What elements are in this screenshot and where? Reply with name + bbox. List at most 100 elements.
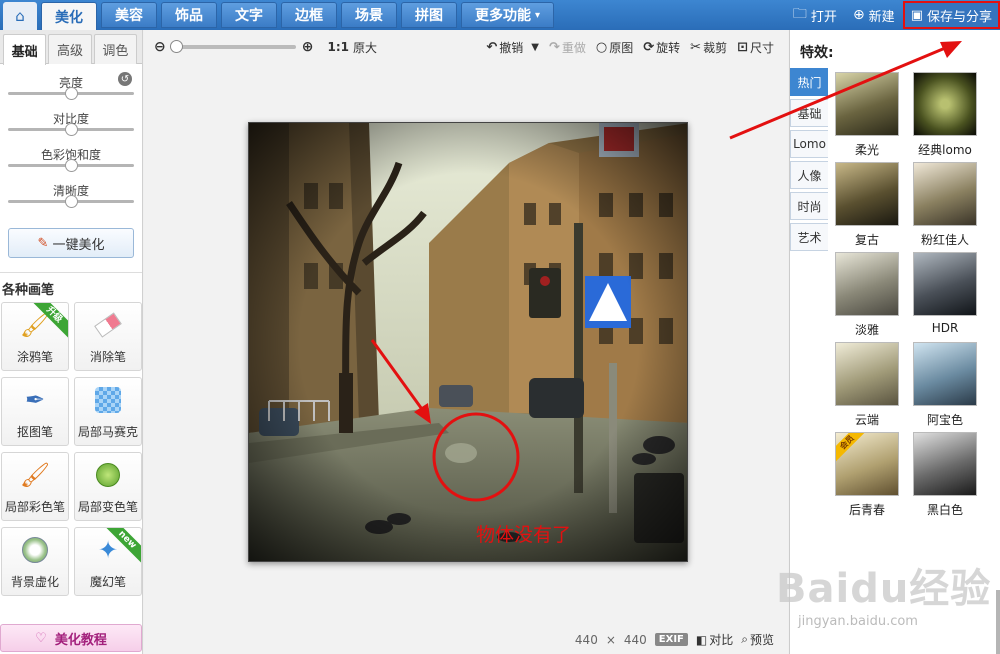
local-recolor-brush-button[interactable]: 局部变色笔: [74, 452, 142, 521]
chevron-down-icon[interactable]: ▼: [531, 42, 539, 53]
effect-black-white[interactable]: 黑白色: [912, 432, 978, 522]
preview-button[interactable]: ⌕ 预览: [741, 631, 774, 648]
paint-bucket-icon: [91, 458, 125, 492]
zoom-in-icon[interactable]: ⊕: [302, 39, 314, 55]
category-hot[interactable]: 热门: [790, 68, 828, 96]
effect-elegant[interactable]: 淡雅: [834, 252, 900, 342]
slider-knob[interactable]: [65, 195, 78, 208]
folder-icon: 🗀: [792, 6, 807, 22]
effect-thumbnail: [913, 162, 977, 226]
home-button[interactable]: ⌂: [3, 2, 37, 30]
magic-brush-button[interactable]: new ✦ 魔幻笔: [74, 527, 142, 596]
times-sign: ×: [605, 632, 616, 647]
zoom-control: ⊖ ⊕: [154, 39, 313, 55]
category-art[interactable]: 艺术: [790, 223, 828, 251]
save-share-button[interactable]: ▣ 保存与分享: [902, 1, 1000, 29]
brush-grid: 升级 🖌 涂鸦笔 消除笔 ✒ 抠图笔 局部马赛克 🖌 局部彩色笔 局部变色笔 背…: [0, 298, 142, 596]
caret-down-icon: ▾: [535, 9, 541, 21]
color-brush-icon: 🖌: [19, 461, 51, 489]
local-color-brush-button[interactable]: 🖌 局部彩色笔: [1, 452, 69, 521]
plus-circle-icon: ⊕: [852, 7, 865, 23]
image-height: 440: [623, 632, 647, 647]
original-image-button[interactable]: ○ 原图: [596, 39, 633, 56]
brightness-slider: 亮度: [6, 70, 136, 106]
status-bar: 440 × 440 EXIF ◧ 对比 ⌕ 预览: [575, 631, 774, 648]
local-mosaic-button[interactable]: 局部马赛克: [74, 377, 142, 446]
slider-knob[interactable]: [65, 123, 78, 136]
effect-pink-lady[interactable]: 粉红佳人: [912, 162, 978, 252]
compare-icon: ◧: [695, 632, 708, 647]
tab-meihua[interactable]: 美化: [41, 2, 97, 30]
original-size-button[interactable]: 原大: [353, 39, 377, 56]
tab-wenzi[interactable]: 文字: [221, 2, 277, 28]
effects-title: 特效:: [800, 45, 834, 61]
annotation-text: 物体没有了: [476, 524, 572, 546]
open-button[interactable]: 🗀 打开: [785, 3, 845, 27]
undo-button[interactable]: ↶ 撤销 ▼: [486, 39, 539, 56]
adjust-sliders: ↺ 亮度 对比度 色彩饱和度 清晰度: [0, 64, 142, 214]
new-button[interactable]: ⊕ 新建: [845, 6, 903, 25]
zoom-knob[interactable]: [169, 40, 183, 53]
effect-thumbnail: 会员: [835, 432, 899, 496]
zoom-out-icon[interactable]: ⊖: [154, 39, 166, 55]
effect-cloud[interactable]: 云端: [834, 342, 900, 432]
effects-scrollbar[interactable]: [996, 590, 1000, 654]
mosaic-icon: [91, 383, 125, 417]
rotate-icon: ⟳: [643, 39, 655, 55]
zoom-slider[interactable]: [169, 40, 296, 53]
ratio-1-1-button[interactable]: 1:1: [327, 40, 349, 54]
effect-thumbnail: [913, 72, 977, 136]
blur-icon: [18, 533, 52, 567]
subtab-color[interactable]: 调色: [93, 34, 137, 64]
effects-grid: 柔光 经典lomo 复古 粉红佳人 淡雅 HDR 云端 阿宝色 会员 后青春 黑…: [834, 72, 978, 522]
effect-classic-lomo[interactable]: 经典lomo: [912, 72, 978, 162]
exif-button[interactable]: EXIF: [654, 633, 688, 646]
street-photo-image: [249, 123, 687, 561]
tab-pintu[interactable]: 拼图: [401, 2, 457, 28]
category-basic[interactable]: 基础: [790, 99, 828, 127]
slider-knob[interactable]: [65, 159, 78, 172]
effect-retro[interactable]: 复古: [834, 162, 900, 252]
effect-soft-light[interactable]: 柔光: [834, 72, 900, 162]
tab-more-features[interactable]: 更多功能 ▾: [461, 2, 555, 28]
effect-thumbnail: [913, 432, 977, 496]
graffiti-brush-button[interactable]: 升级 🖌 涂鸦笔: [1, 302, 69, 371]
subtab-advanced[interactable]: 高级: [48, 34, 92, 64]
beautify-tutorial-button[interactable]: ♡ 美化教程: [0, 624, 142, 652]
resize-icon: ⊡: [737, 39, 748, 55]
crop-button[interactable]: ✂ 裁剪: [690, 39, 727, 56]
rotate-button[interactable]: ⟳ 旋转: [643, 39, 680, 56]
category-fashion[interactable]: 时尚: [790, 192, 828, 220]
tab-meirong[interactable]: 美容: [101, 2, 157, 28]
left-panel: 基础 高级 调色 ↺ 亮度 对比度 色彩饱和度 清晰度 ✎ 一键美化 各种画笔: [0, 30, 143, 654]
resize-button[interactable]: ⊡ 尺寸: [737, 39, 774, 56]
effect-after-youth[interactable]: 会员 后青春: [834, 432, 900, 522]
top-right-actions: 🗀 打开 ⊕ 新建 ▣ 保存与分享: [785, 0, 1000, 30]
effect-hdr[interactable]: HDR: [912, 252, 978, 342]
redo-button[interactable]: ↷ 重做: [549, 39, 586, 56]
floppy-disk-icon: ▣: [910, 7, 923, 23]
effect-thumbnail: [835, 162, 899, 226]
tab-changjing[interactable]: 场景: [341, 2, 397, 28]
eraser-brush-button[interactable]: 消除笔: [74, 302, 142, 371]
category-lomo[interactable]: Lomo: [790, 130, 828, 158]
background-blur-button[interactable]: 背景虚化: [1, 527, 69, 596]
image-width: 440: [574, 632, 598, 647]
adjust-subtabs: 基础 高级 调色: [0, 30, 142, 65]
compare-button[interactable]: ◧ 对比: [696, 631, 733, 648]
tab-shipin[interactable]: 饰品: [161, 2, 217, 28]
canvas-area: ⊖ ⊕ 1:1 原大 ↶ 撤销 ▼ ↷ 重做 ○ 原图 ⟳ 旋转 ✂ 裁剪 ⊡ …: [144, 30, 788, 654]
eraser-icon: [91, 308, 125, 342]
tab-biankuang[interactable]: 边框: [281, 2, 337, 28]
category-portrait[interactable]: 人像: [790, 161, 828, 189]
subtab-basic[interactable]: 基础: [3, 34, 47, 65]
effect-thumbnail: [835, 252, 899, 316]
slider-knob[interactable]: [65, 87, 78, 100]
effect-abao-color[interactable]: 阿宝色: [912, 342, 978, 432]
edit-tools: ↶ 撤销 ▼ ↷ 重做 ○ 原图 ⟳ 旋转 ✂ 裁剪 ⊡ 尺寸: [486, 39, 774, 56]
redo-icon: ↷: [548, 39, 560, 55]
cutout-brush-button[interactable]: ✒ 抠图笔: [1, 377, 69, 446]
one-key-beautify-button[interactable]: ✎ 一键美化: [8, 228, 134, 258]
edited-photo[interactable]: [248, 122, 688, 562]
hands-heart-icon: ♡: [35, 630, 47, 646]
